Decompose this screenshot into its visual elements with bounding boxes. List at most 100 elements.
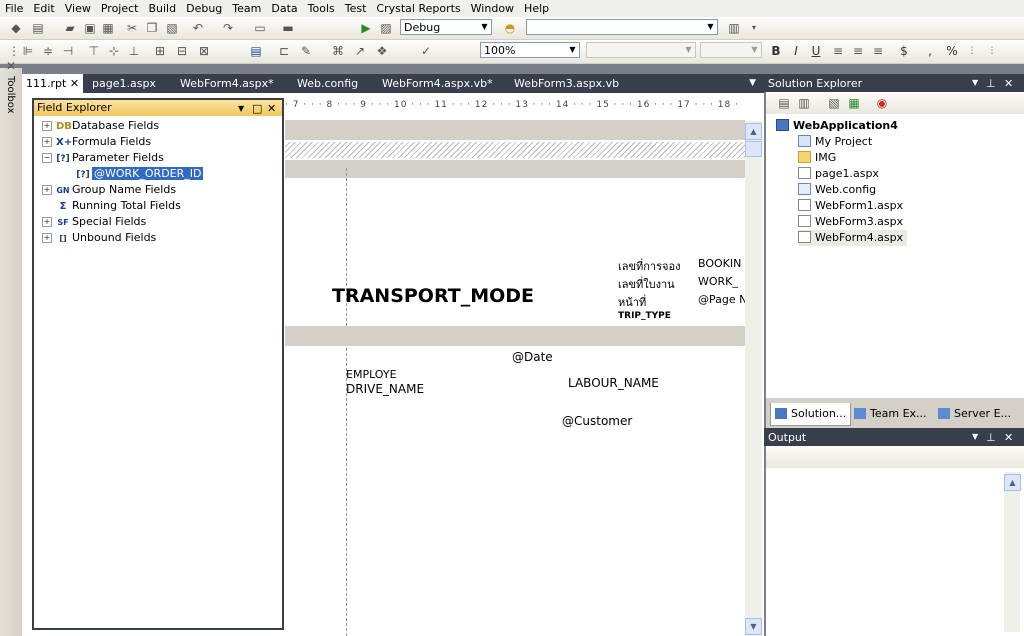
insert-group-icon[interactable]: ⊏ — [276, 43, 292, 59]
tree-node-img[interactable]: IMG — [798, 150, 836, 166]
find-in-files-icon[interactable]: ◓ — [502, 20, 518, 36]
menu-tools[interactable]: Tools — [303, 0, 340, 17]
expand-icon[interactable]: + — [42, 185, 52, 195]
close-icon[interactable]: ✕ — [267, 101, 276, 117]
expand-icon[interactable]: + — [42, 137, 52, 147]
scroll-down-icon[interactable]: ▼ — [745, 618, 762, 635]
tab-page1-aspx[interactable]: page1.aspx — [92, 74, 156, 93]
align-middle-icon[interactable]: ⊹ — [106, 43, 122, 59]
tree-node-running-total-fields[interactable]: Σ Running Total Fields — [56, 198, 181, 213]
decimal-icon[interactable]: ⋮ — [964, 43, 980, 59]
tab-webform4-aspx[interactable]: WebForm4.aspx* — [180, 74, 274, 93]
tree-node-project[interactable]: WebApplication4 — [776, 118, 898, 134]
save-icon[interactable]: ▣ — [82, 20, 98, 36]
drive-name-field[interactable]: DRIVE_NAME — [346, 382, 424, 396]
window-position-icon[interactable]: ▼ — [238, 101, 244, 117]
menu-debug[interactable]: Debug — [181, 0, 227, 17]
date-field[interactable]: @Date — [512, 350, 553, 364]
text-align-left-icon[interactable]: ≡ — [830, 43, 846, 59]
underline-button[interactable]: U — [808, 43, 824, 59]
tree-node-web-config[interactable]: Web.config — [798, 182, 876, 198]
properties-icon[interactable]: ▤ — [776, 95, 792, 111]
report-title-field[interactable]: TRANSPORT_MODE — [332, 285, 534, 307]
scroll-up-icon[interactable]: ▲ — [1004, 474, 1021, 491]
align-center-icon[interactable]: ≑ — [40, 43, 56, 59]
italic-button[interactable]: I — [788, 43, 804, 59]
text-align-right-icon[interactable]: ≡ — [870, 43, 886, 59]
thousands-button[interactable]: , — [922, 43, 938, 59]
find-icon[interactable]: ▬ — [280, 20, 296, 36]
booking-id-field[interactable]: BOOKIN — [698, 257, 741, 270]
align-top-icon[interactable]: ⊤ — [86, 43, 102, 59]
pin-icon[interactable]: ⊥ — [986, 77, 996, 90]
page-label[interactable]: หน้าที่ — [618, 293, 646, 311]
paste-icon[interactable]: ▧ — [164, 20, 180, 36]
pin-icon[interactable]: ⊥ — [986, 431, 996, 444]
align-bottom-icon[interactable]: ⊥ — [126, 43, 142, 59]
scroll-up-icon[interactable]: ▲ — [745, 123, 762, 140]
navigate-icon[interactable]: ▭ — [252, 20, 268, 36]
tab-webform3-aspx-vb[interactable]: WebForm3.aspx.vb — [514, 74, 619, 93]
same-width-icon[interactable]: ⊞ — [152, 43, 168, 59]
field-explorer-titlebar[interactable]: Field Explorer ▼ □ ✕ — [34, 100, 282, 116]
refresh-icon[interactable]: ▧ — [826, 95, 842, 111]
scroll-thumb[interactable] — [745, 141, 762, 157]
window-position-icon[interactable]: ▼ — [972, 432, 978, 441]
section-band[interactable] — [285, 120, 745, 140]
open-file-icon[interactable]: ▰ — [62, 20, 78, 36]
font-name-select[interactable]: ▼ — [586, 42, 696, 58]
toolbox-tab[interactable]: Toolbox — [2, 74, 18, 138]
collapse-icon[interactable]: − — [42, 153, 52, 163]
tree-node-webform4-aspx[interactable]: WebForm4.aspx — [798, 230, 908, 246]
menu-file[interactable]: File — [0, 0, 28, 17]
expand-icon[interactable]: + — [42, 217, 52, 227]
cut-icon[interactable]: ✂ — [124, 20, 140, 36]
insert-summary-icon[interactable]: ⌘ — [330, 43, 346, 59]
output-scrollbar[interactable]: ▲ — [1004, 472, 1021, 632]
tree-node-webform1-aspx[interactable]: WebForm1.aspx — [798, 198, 903, 214]
tree-node-my-project[interactable]: My Project — [798, 134, 872, 150]
find-combo[interactable]: ▼ — [526, 19, 718, 35]
size-to-grid-icon[interactable]: ⊠ — [196, 43, 212, 59]
menu-project[interactable]: Project — [96, 0, 144, 17]
window-position-icon[interactable]: ▼ — [972, 78, 978, 87]
tab-web-config[interactable]: Web.config — [297, 74, 358, 93]
insert-line-icon[interactable]: ↗ — [352, 43, 368, 59]
work-label[interactable]: เลขที่ใบงาน — [618, 275, 675, 293]
font-size-select[interactable]: ▼ — [700, 42, 762, 58]
close-icon[interactable]: ✕ — [1004, 431, 1013, 444]
close-icon[interactable]: ✕ — [70, 77, 79, 90]
save-all-icon[interactable]: ▦ — [100, 20, 116, 36]
toolbox-icon[interactable]: ✕ — [3, 58, 19, 74]
attach-icon[interactable]: ▨ — [378, 20, 394, 36]
tree-node-page1-aspx[interactable]: page1.aspx — [798, 166, 879, 182]
section-band[interactable] — [285, 160, 745, 178]
tab-webform4-aspx-vb[interactable]: WebForm4.aspx.vb* — [382, 74, 493, 93]
align-left-icon[interactable]: ⊫ — [20, 43, 36, 59]
insert-chart-icon[interactable]: ✎ — [298, 43, 314, 59]
toolbar-options-icon[interactable]: ▾ — [746, 20, 762, 36]
menu-team[interactable]: Team — [227, 0, 266, 17]
vertical-scrollbar[interactable]: ▲ ▼ — [745, 121, 762, 636]
view-code-icon[interactable]: ▦ — [846, 95, 862, 111]
select-expert-icon[interactable]: ✓ — [418, 43, 434, 59]
field-explorer-toggle-icon[interactable]: ▤ — [248, 43, 264, 59]
menu-data[interactable]: Data — [266, 0, 302, 17]
tab-solution-explorer[interactable]: Solution... — [770, 403, 852, 426]
expand-icon[interactable]: + — [42, 233, 52, 243]
copy-icon[interactable]: ❐ — [144, 20, 160, 36]
tab-list-chevron-icon[interactable]: ▼ — [749, 74, 756, 93]
menu-view[interactable]: View — [60, 0, 96, 17]
solution-explorer-icon[interactable]: ▥ — [726, 20, 742, 36]
work-order-field[interactable]: WORK_ — [698, 275, 738, 288]
page-number-field[interactable]: @Page N — [698, 293, 747, 306]
labour-name-field[interactable]: LABOUR_NAME — [568, 376, 659, 390]
toolbar-overflow-icon[interactable]: ⋮ — [984, 43, 1000, 59]
tab-server-explorer[interactable]: Server E... — [938, 403, 1011, 425]
expand-icon[interactable]: + — [42, 121, 52, 131]
zoom-select[interactable]: 100% ▼ — [480, 42, 580, 58]
output-titlebar[interactable]: Output ▼ ⊥ ✕ — [764, 428, 1024, 446]
same-height-icon[interactable]: ⊟ — [174, 43, 190, 59]
output-panel[interactable]: ▲ — [766, 446, 1024, 636]
solution-explorer-titlebar[interactable]: Solution Explorer ▼ ⊥ ✕ — [764, 74, 1024, 92]
